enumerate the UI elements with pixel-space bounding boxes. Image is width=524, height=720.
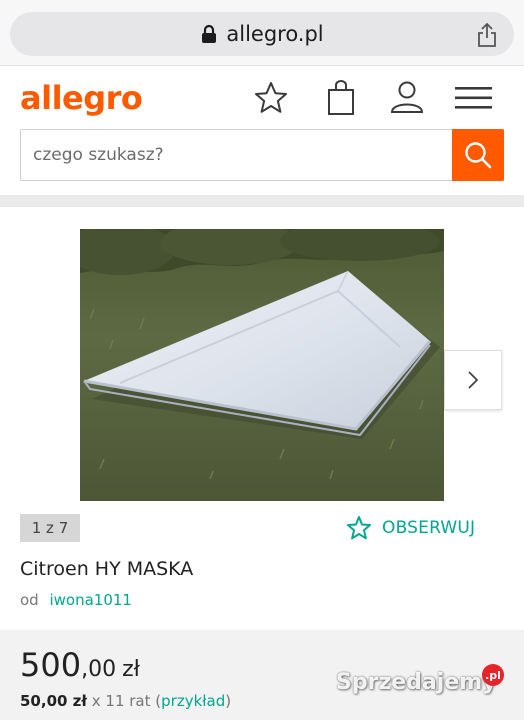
installment-count: x 11 rat bbox=[91, 692, 151, 710]
share-icon[interactable] bbox=[476, 22, 498, 48]
search-button[interactable] bbox=[452, 129, 504, 181]
lock-icon bbox=[202, 24, 217, 43]
watch-button[interactable]: OBSERWUJ bbox=[346, 514, 475, 542]
watermark-badge: .pl bbox=[482, 664, 504, 686]
paren-close: ) bbox=[225, 692, 232, 710]
seller-link[interactable]: iwona1011 bbox=[49, 591, 132, 609]
section-separator bbox=[0, 195, 524, 207]
product-photo[interactable] bbox=[80, 229, 444, 501]
installment-example-link[interactable]: przykład bbox=[161, 692, 225, 710]
installment-amount: 50,00 zł bbox=[20, 692, 87, 710]
search-icon bbox=[465, 142, 492, 169]
cart-bag-icon[interactable] bbox=[323, 79, 361, 117]
app-header: allegro bbox=[0, 67, 524, 195]
search-input[interactable] bbox=[21, 130, 453, 180]
next-image-button[interactable] bbox=[444, 350, 502, 410]
url-content: allegro.pl bbox=[10, 12, 514, 56]
url-text: allegro.pl bbox=[226, 22, 324, 46]
seller-row: od iwona1011 bbox=[20, 591, 132, 609]
hood-on-lawn-image bbox=[80, 229, 444, 501]
menu-icon[interactable] bbox=[454, 79, 492, 117]
allegro-logo[interactable]: allegro bbox=[20, 79, 143, 117]
price-currency: zł bbox=[122, 657, 140, 682]
offer-title: Citroen HY MASKA bbox=[20, 558, 194, 580]
chevron-right-icon bbox=[468, 371, 479, 389]
price-integer: 500 bbox=[20, 646, 82, 684]
image-gallery bbox=[0, 207, 524, 517]
star-icon[interactable] bbox=[252, 79, 290, 117]
user-icon[interactable] bbox=[388, 79, 426, 117]
search-box bbox=[20, 129, 504, 181]
watermark-text: Sprzedajemy bbox=[336, 670, 497, 695]
watch-label: OBSERWUJ bbox=[382, 518, 476, 538]
star-outline-icon bbox=[347, 516, 371, 540]
seller-prefix: od bbox=[20, 591, 39, 609]
price-decimal: ,00 bbox=[81, 657, 117, 682]
image-counter: 1 z 7 bbox=[20, 514, 80, 542]
price: 500,00 zł bbox=[20, 646, 140, 684]
installments-info: 50,00 zł x 11 rat (przykład) bbox=[20, 692, 231, 710]
url-field[interactable]: allegro.pl bbox=[10, 12, 514, 56]
browser-bar: allegro.pl bbox=[0, 0, 524, 66]
